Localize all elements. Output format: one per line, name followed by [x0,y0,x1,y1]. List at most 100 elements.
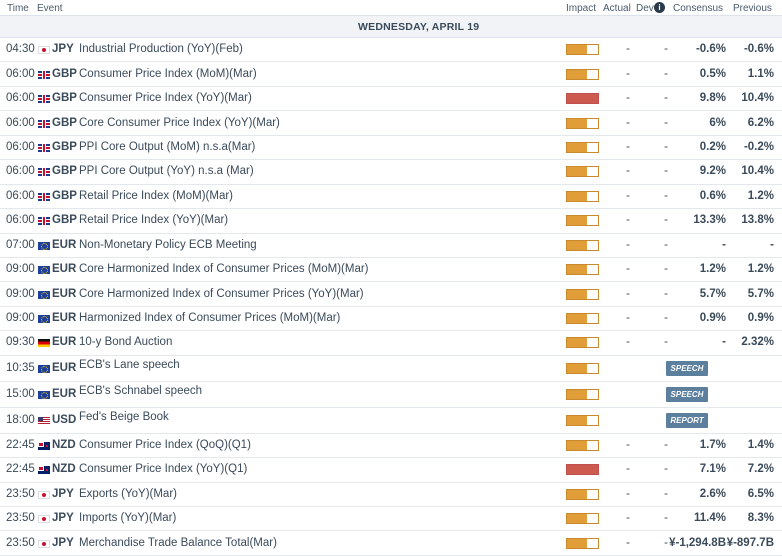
table-row[interactable]: 18:00 USD Fed's Beige Book REPORT [0,407,782,434]
currency-code: GBP [52,214,77,227]
impact-bar [566,239,599,251]
event-name[interactable]: Fed's Beige Book [79,411,169,423]
us-flag-icon [38,416,50,425]
previous-value: 7.2% [747,463,774,476]
previous-value: 10.4% [741,165,774,178]
event-name[interactable]: Core Harmonized Index of Consumer Prices… [79,263,369,275]
eu-flag-icon [38,266,50,275]
event-type-badge[interactable]: SPEECH [666,361,708,377]
table-row[interactable]: 23:50 JPY Merchandise Trade Balance Total(… [0,531,782,556]
previous-value: -0.6% [743,43,774,56]
previous-value: -0.2% [743,140,774,153]
previous-value: 1.2% [747,263,774,276]
currency-code: GBP [52,189,77,202]
jp-flag-icon [38,515,50,524]
table-row[interactable]: 06:00 GBP Retail Price Index (MoM)(Mar) - -0… [0,184,782,210]
event-name[interactable]: Industrial Production (YoY)(Feb) [79,43,243,55]
impact-bar [566,264,599,276]
event-name[interactable]: Retail Price Index (YoY)(Mar) [79,214,228,226]
table-row[interactable]: 22:45 NZD Consumer Price Index (YoY)(Q1) - -… [0,458,782,483]
impact-fill [567,142,588,152]
consensus-value: 0.6% [699,189,726,202]
event-name[interactable]: Imports (YoY)(Mar) [79,512,176,524]
header-dev: Dev [636,3,654,14]
event-name[interactable]: Exports (YoY)(Mar) [79,488,177,500]
table-row[interactable]: 06:00 GBP PPI Core Output (YoY) n.s.a (Mar… [0,160,782,185]
table-row[interactable]: 23:50 JPY Exports (YoY)(Mar) - -2.6% 6.5% [0,482,782,507]
consensus-value: 7.1% [699,463,726,476]
impact-bar [566,166,599,178]
event-name[interactable]: PPI Core Output (MoM) n.s.a(Mar) [79,141,255,153]
event-name[interactable]: ECB's Lane speech [79,359,180,371]
event-name[interactable]: Merchandise Trade Balance Total(Mar) [79,537,277,549]
event-name[interactable]: Consumer Price Index (QoQ)(Q1) [79,439,251,451]
impact-bar [566,313,599,325]
event-time: 09:00 [6,263,35,276]
currency-code: USD [52,413,77,426]
event-name[interactable]: PPI Core Output (YoY) n.s.a (Mar) [79,165,254,177]
table-header: Time Event Impact Actual Dev i Consensus… [0,0,782,16]
day-label: WEDNESDAY, APRIL 19 [358,21,480,33]
currency-code: EUR [52,287,77,300]
gb-flag-icon [38,95,50,104]
event-type-badge[interactable]: REPORT [666,413,708,429]
event-name[interactable]: Consumer Price Index (MoM)(Mar) [79,68,257,80]
table-row[interactable]: 15:00 EUR ECB's Schnabel speech SPEECH [0,381,782,408]
jp-flag-icon [38,46,50,55]
table-row[interactable]: 09:00 EUR Core Harmonized Index of Consume… [0,257,782,283]
previous-value: 6.2% [747,116,774,129]
event-name[interactable]: ECB's Schnabel speech [79,385,202,397]
previous-value: 2.32% [741,336,774,349]
jp-flag-icon [38,490,50,499]
table-row[interactable]: 06:00 GBP PPI Core Output (MoM) n.s.a(Mar)… [0,135,782,161]
event-name[interactable]: Non-Monetary Policy ECB Meeting [79,239,257,251]
table-row[interactable]: 06:00 GBP Retail Price Index (YoY)(Mar) - -1… [0,209,782,234]
previous-value: 10.4% [741,92,774,105]
table-row[interactable]: 06:00 GBP Core Consumer Price Index (YoY)(… [0,111,782,136]
currency-code: GBP [52,165,77,178]
previous-value: 8.3% [747,512,774,525]
table-row[interactable]: 09:00 EUR Harmonized Index of Consumer Pri… [0,306,782,332]
currency-code: JPY [52,536,74,549]
event-time: 06:00 [6,165,35,178]
previous-value: 13.8% [741,214,774,227]
actual-value: - [626,43,630,56]
event-name[interactable]: Consumer Price Index (YoY)(Q1) [79,463,247,475]
impact-fill [567,289,588,299]
event-name[interactable]: Consumer Price Index (YoY)(Mar) [79,92,252,104]
actual-value: - [626,214,630,227]
table-row[interactable]: 06:00 GBP Consumer Price Index (MoM)(Mar) -… [0,62,782,87]
table-row[interactable]: 23:50 JPY Imports (YoY)(Mar) - -11.4% 8.3% [0,507,782,532]
currency-code: EUR [52,387,77,400]
table-row[interactable]: 09:30 EUR 10-y Bond Auction - - -2.32% [0,331,782,356]
table-row[interactable]: 10:35 EUR ECB's Lane speech SPEECH [0,355,782,382]
info-icon[interactable]: i [654,2,665,13]
event-name[interactable]: Core Consumer Price Index (YoY)(Mar) [79,117,280,129]
currency-code: JPY [52,512,74,525]
event-time: 23:50 [6,487,35,500]
impact-fill [567,538,588,548]
consensus-value: ¥-1,294.8B [669,536,726,549]
gb-flag-icon [38,168,50,177]
previous-value: 5.7% [747,287,774,300]
impact-bar [566,464,599,476]
actual-value: - [626,287,630,300]
table-row[interactable]: 22:45 NZD Consumer Price Index (QoQ)(Q1) - -… [0,433,782,459]
consensus-value: 11.4% [694,512,726,525]
currency-code: GBP [52,92,77,105]
event-name[interactable]: Harmonized Index of Consumer Prices (MoM… [79,312,340,324]
consensus-value: -0.6% [695,43,726,56]
event-name[interactable]: Retail Price Index (MoM)(Mar) [79,190,233,202]
event-time: 06:00 [6,92,35,105]
event-name[interactable]: Core Harmonized Index of Consumer Prices… [79,288,364,300]
currency-code: EUR [52,263,77,276]
event-name[interactable]: 10-y Bond Auction [79,336,172,348]
event-type-badge[interactable]: SPEECH [666,387,708,403]
table-row[interactable]: 09:00 EUR Core Harmonized Index of Consume… [0,282,782,307]
actual-value: - [626,536,630,549]
actual-value: - [626,116,630,129]
table-row[interactable]: 06:00 GBP Consumer Price Index (YoY)(Mar) -… [0,86,782,112]
impact-bar [566,117,599,129]
table-row[interactable]: 04:30 JPY Industrial Production (YoY)(Feb)… [0,38,782,63]
table-row[interactable]: 07:00 EUR Non-Monetary Policy ECB Meeting -… [0,233,782,258]
